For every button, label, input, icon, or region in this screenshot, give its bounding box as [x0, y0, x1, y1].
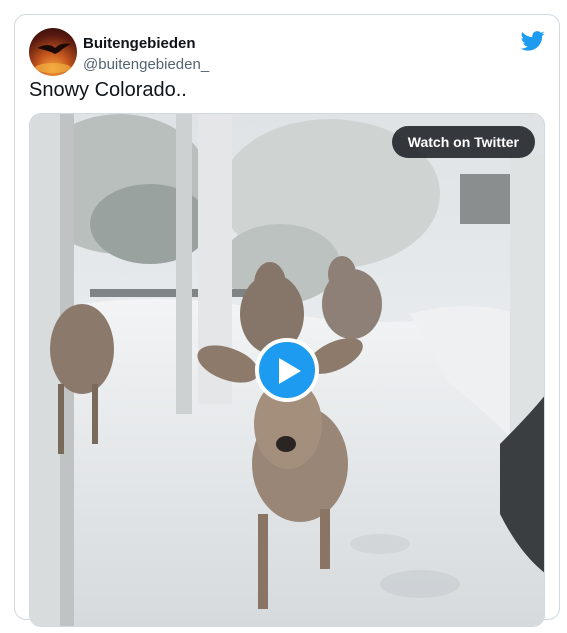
video-player[interactable]: Watch on Twitter [29, 113, 545, 627]
author-handle[interactable]: @buitengebieden_ [83, 56, 209, 73]
twitter-bird-icon[interactable] [521, 31, 545, 51]
author-name[interactable]: Buitengebieden [83, 35, 196, 52]
eagle-silhouette-icon [35, 43, 71, 73]
play-button[interactable] [255, 338, 319, 402]
watch-on-twitter-button[interactable]: Watch on Twitter [391, 126, 535, 158]
avatar[interactable] [29, 28, 77, 76]
tweet-card[interactable]: Buitengebieden @buitengebieden_ Snowy Co… [14, 14, 560, 627]
play-icon [279, 358, 301, 384]
tweet-text: Snowy Colorado.. [29, 79, 187, 101]
